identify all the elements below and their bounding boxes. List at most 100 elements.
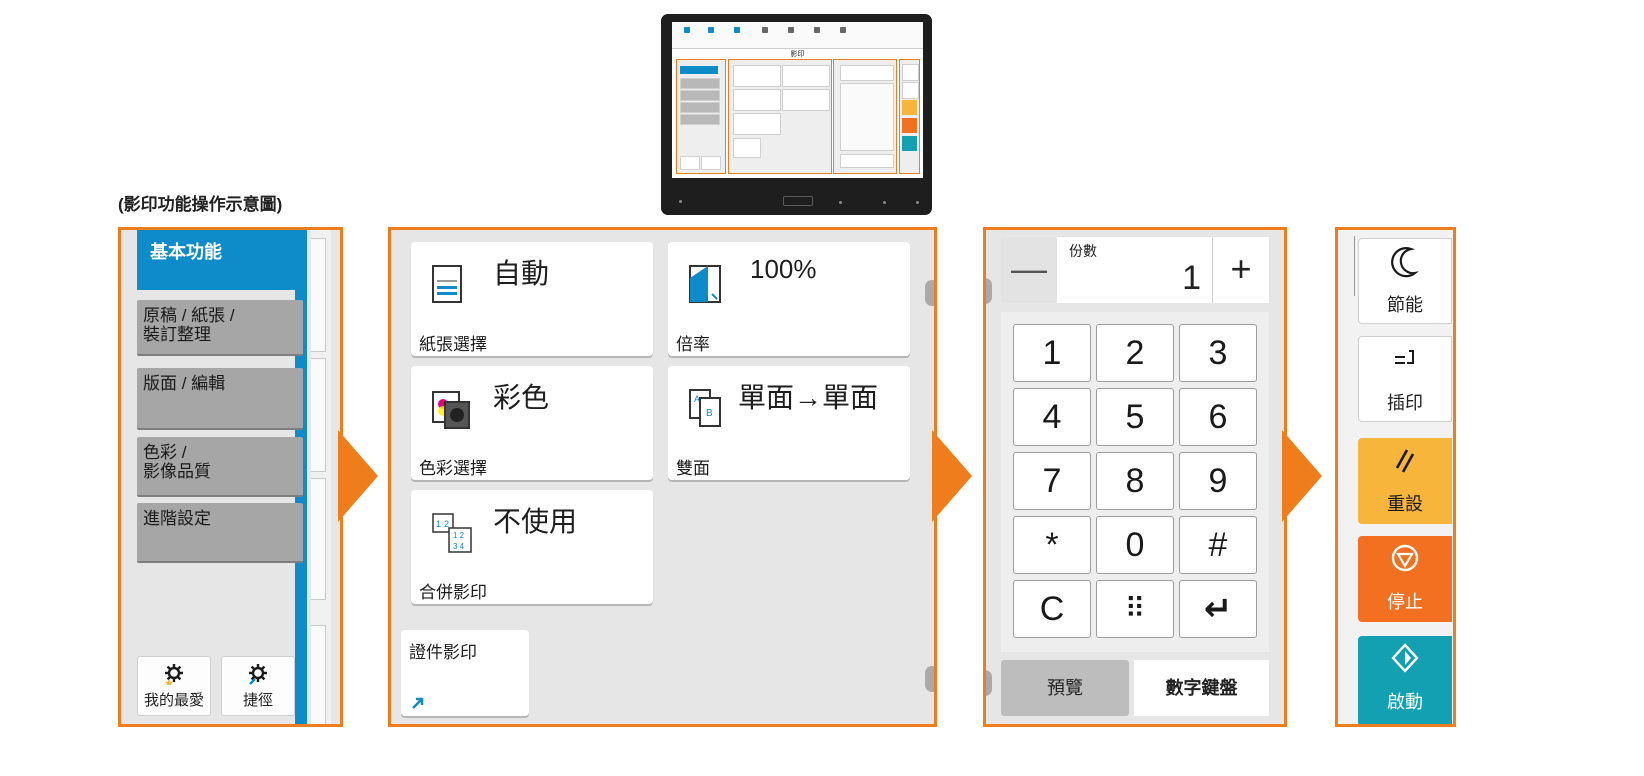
flow-arrow	[338, 430, 378, 522]
device-copy-icon	[734, 27, 740, 33]
svg-text:B: B	[706, 408, 713, 419]
paper-icon	[432, 265, 462, 303]
key-clear[interactable]: C	[1013, 580, 1091, 638]
duplex-icon: A B	[689, 389, 721, 427]
key-asterisk[interactable]: *	[1013, 516, 1091, 574]
copies-label: 份數	[1069, 243, 1097, 259]
stop-icon	[1391, 544, 1419, 572]
id-card-copy-tile[interactable]: 證件影印	[401, 630, 529, 716]
stop-label: 停止	[1387, 592, 1423, 612]
zoom-label: 倍率	[676, 335, 710, 354]
device-status-icon	[708, 27, 714, 33]
device-bottom-bezel	[661, 188, 932, 215]
preview-button[interactable]: 預覽	[1001, 660, 1129, 716]
key-8[interactable]: 8	[1096, 452, 1174, 510]
favorites-label: 我的最愛	[143, 692, 204, 709]
color-selection-tile[interactable]: 彩色 色彩選擇	[411, 366, 653, 480]
reset-icon	[1395, 449, 1415, 473]
svg-text:1: 1	[436, 519, 441, 529]
zoom-tile[interactable]: 100% 倍率	[668, 242, 910, 356]
duplex-value: 單面→單面	[738, 382, 879, 413]
svg-text:1 2: 1 2	[453, 531, 465, 540]
nav-item-label-line: 裝訂整理	[143, 325, 211, 344]
combine-tile[interactable]: 1 2 1 2 3 4 不使用 合併影印	[411, 490, 653, 604]
nav-item-label-line: 影像品質	[143, 462, 211, 481]
key-5[interactable]: 5	[1096, 388, 1174, 446]
energy-saver-label: 節能	[1387, 295, 1423, 315]
nav-advanced-settings[interactable]: 進階設定	[137, 503, 303, 563]
increase-copies-button[interactable]: +	[1212, 237, 1269, 303]
diagram-caption: (影印功能操作示意圖)	[118, 195, 283, 214]
scroll-indicator	[925, 666, 934, 692]
nav-item-label-line: 版面 / 編輯	[143, 374, 226, 393]
nav-layout-edit[interactable]: 版面 / 編輯	[137, 368, 303, 430]
flow-arrow	[932, 430, 972, 522]
interrupt-button[interactable]: 插印	[1358, 336, 1452, 422]
scroll-indicator	[986, 670, 992, 696]
nav-item-label-line: 進階設定	[143, 509, 211, 528]
device-send-icon	[762, 27, 768, 33]
key-0[interactable]: 0	[1096, 516, 1174, 574]
device-title: 影印	[790, 51, 805, 58]
nav-basic-functions-label: 基本功能	[150, 242, 222, 262]
device-scan-icon	[840, 27, 846, 33]
key-6[interactable]: 6	[1179, 388, 1257, 446]
device-screen: 影印	[672, 22, 923, 178]
navigation-panel: 基本功能 原稿 / 紙張 / 裝訂整理 版面 / 編輯 色彩 / 影像品質 進階…	[118, 227, 343, 727]
moon-icon	[1391, 247, 1419, 278]
zoom-icon	[689, 265, 721, 303]
color-icon	[432, 391, 470, 429]
svg-text:3 4: 3 4	[453, 542, 465, 551]
key-2[interactable]: 2	[1096, 324, 1174, 382]
combine-value: 不使用	[493, 506, 578, 537]
duplex-tile[interactable]: A B 單面→單面 雙面	[668, 366, 910, 480]
energy-saver-button[interactable]: 節能	[1358, 238, 1452, 324]
combine-icon: 1 2 1 2 3 4	[432, 513, 472, 553]
device-usb-slot	[783, 196, 813, 206]
device-box-icon	[788, 27, 794, 33]
scroll-indicator	[925, 280, 934, 306]
numeric-keypad-tab[interactable]: 數字鍵盤	[1134, 660, 1269, 716]
copies-counter: — 份數 1 +	[1001, 237, 1269, 303]
nav-item-label-line: 原稿 / 紙張 /	[143, 306, 235, 325]
side-buttons-panel: 節能 插印 重設 停止 啟動	[1335, 227, 1456, 727]
function-tab-edge	[311, 358, 326, 472]
reset-label: 重設	[1387, 494, 1423, 514]
nav-color-image-quality[interactable]: 色彩 / 影像品質	[137, 437, 303, 497]
duplex-label: 雙面	[676, 459, 710, 478]
favorites-gear-star-icon	[165, 664, 183, 687]
start-button[interactable]: 啟動	[1358, 636, 1452, 724]
key-grid-icon[interactable]: ⠿	[1096, 580, 1174, 638]
copies-value[interactable]: 1	[1067, 259, 1201, 298]
key-hash[interactable]: #	[1179, 516, 1257, 574]
nav-basic-functions[interactable]: 基本功能	[137, 230, 307, 290]
shortcut-button[interactable]: 捷徑	[221, 656, 295, 716]
paper-label: 紙張選擇	[419, 335, 487, 354]
device-fax-icon	[814, 27, 820, 33]
key-9[interactable]: 9	[1179, 452, 1257, 510]
key-4[interactable]: 4	[1013, 388, 1091, 446]
device-zone-side	[899, 59, 920, 174]
favorites-button[interactable]: 我的最愛	[137, 656, 211, 716]
start-label: 啟動	[1387, 692, 1423, 712]
stop-button[interactable]: 停止	[1358, 536, 1452, 622]
function-tab-edge	[311, 625, 326, 724]
key-enter[interactable]: ↵	[1179, 580, 1257, 638]
functions-panel: 自動 紙張選擇 100% 倍率 彩色 色彩選擇 A B 單面→單面 雙面 1 2…	[388, 227, 937, 727]
decrease-copies-button[interactable]: —	[1001, 237, 1057, 303]
paper-selection-tile[interactable]: 自動 紙張選擇	[411, 242, 653, 356]
key-1[interactable]: 1	[1013, 324, 1091, 382]
device-zone-nav	[676, 59, 726, 174]
start-icon	[1391, 643, 1419, 673]
function-tab-edge	[311, 238, 326, 352]
key-3[interactable]: 3	[1179, 324, 1257, 382]
device-home-icon	[684, 27, 690, 33]
nav-original-paper-finishing[interactable]: 原稿 / 紙張 / 裝訂整理	[137, 300, 303, 356]
function-tab-edge	[311, 478, 326, 600]
color-label: 色彩選擇	[419, 459, 487, 478]
id-card-copy-label: 證件影印	[409, 643, 477, 662]
scroll-indicator	[986, 278, 992, 304]
reset-button[interactable]: 重設	[1358, 438, 1452, 524]
shortcut-arrow-icon	[412, 697, 424, 709]
key-7[interactable]: 7	[1013, 452, 1091, 510]
